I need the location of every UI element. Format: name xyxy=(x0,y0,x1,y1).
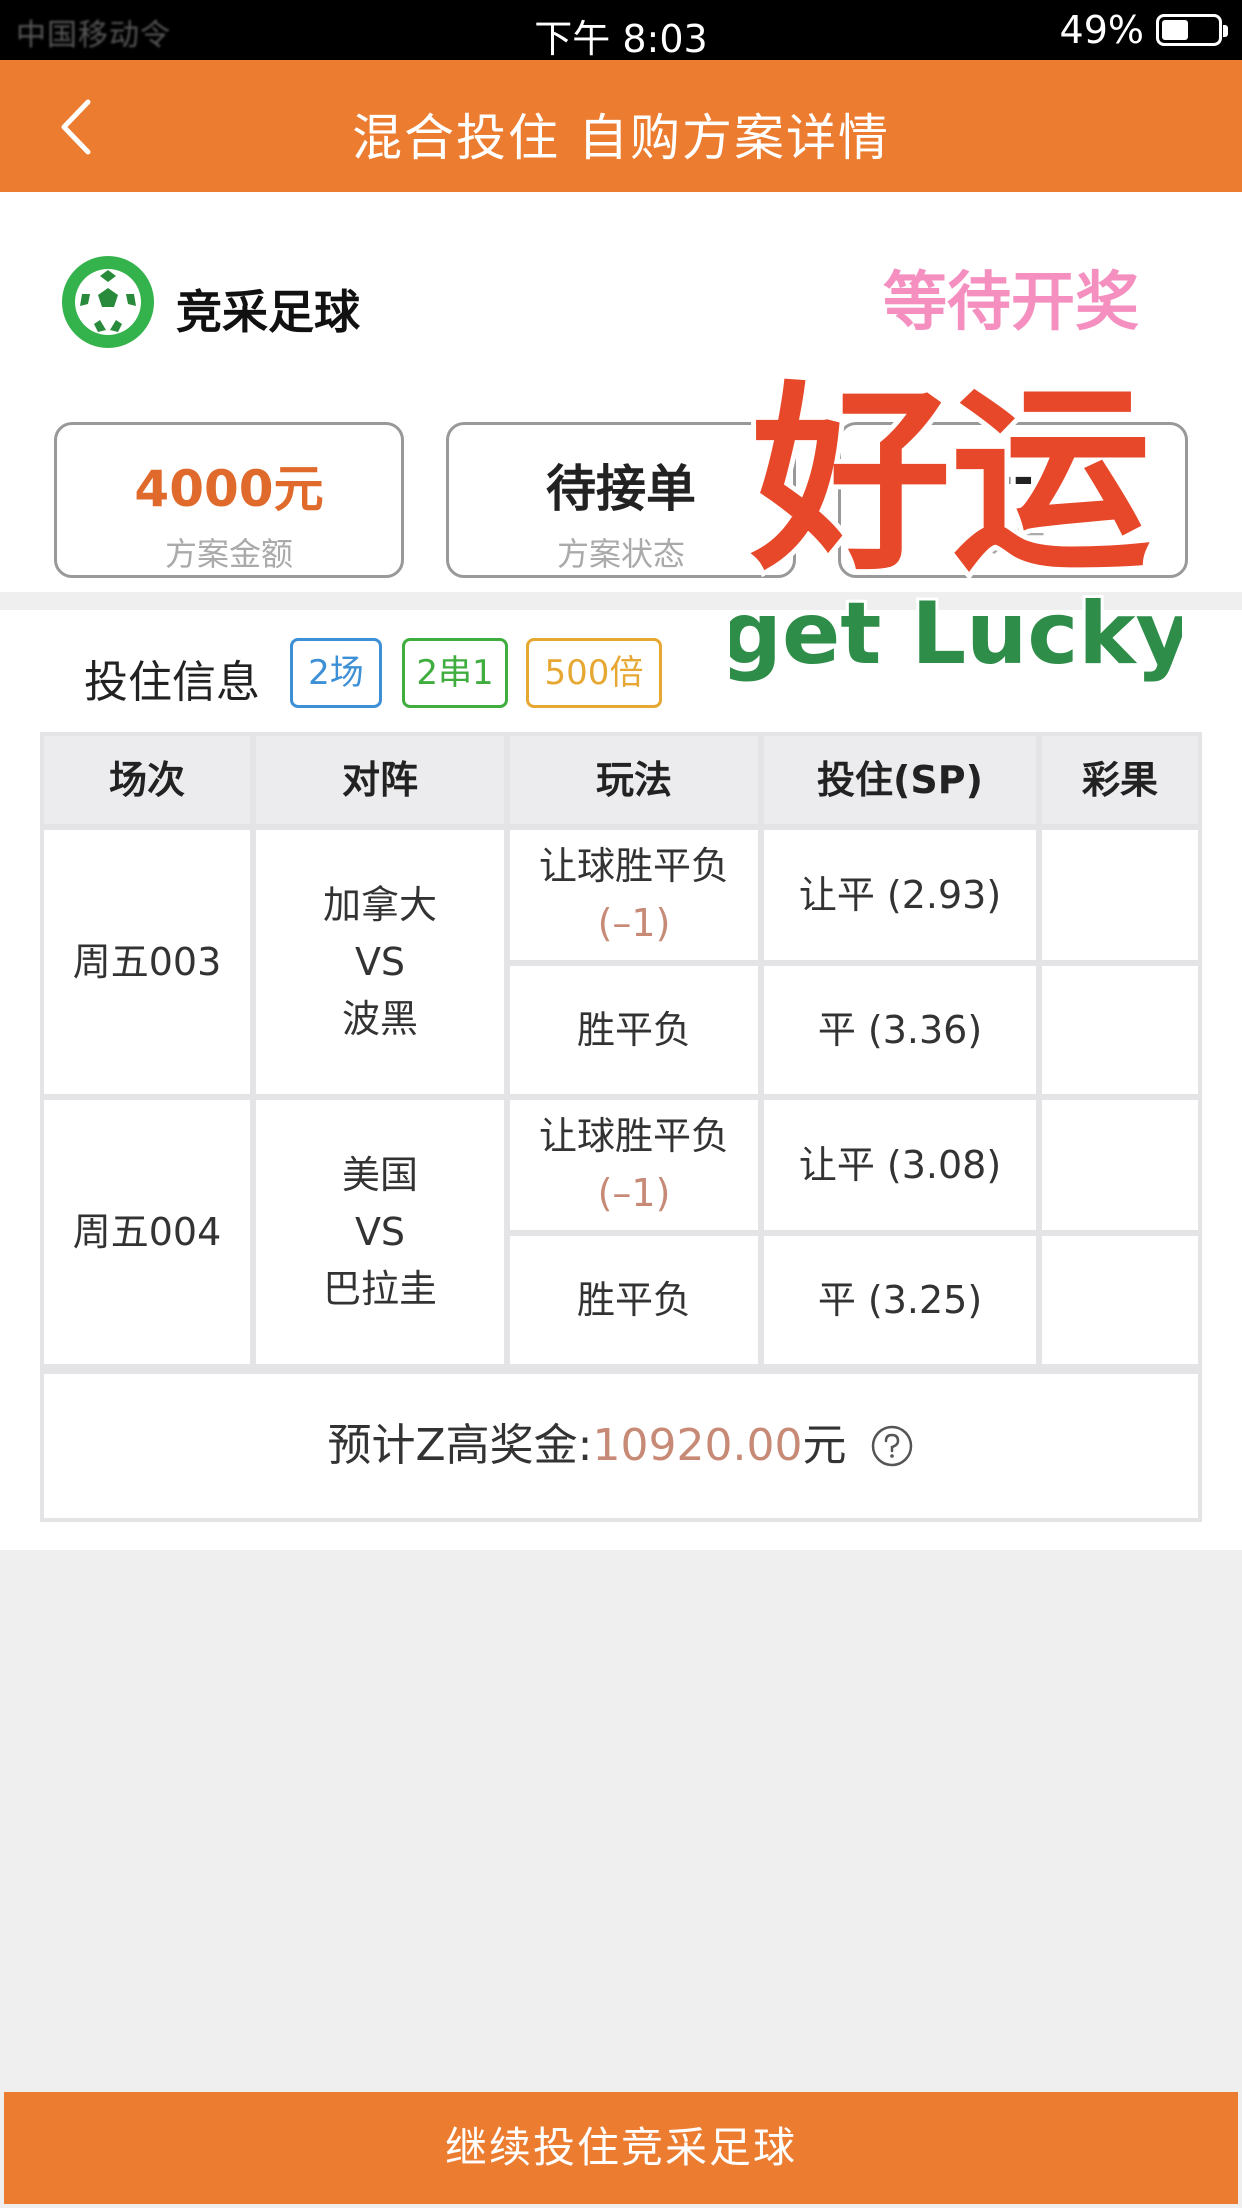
soccer-ball-icon xyxy=(62,256,154,348)
result-cell xyxy=(1042,1100,1198,1230)
bet-sp-cell: 平 (3.36) xyxy=(764,966,1036,1094)
bet-sp: 平 (3.36) xyxy=(817,1007,983,1052)
play-type: 胜平负 xyxy=(576,1277,691,1322)
prize-amount: 10920.00 xyxy=(592,1420,803,1471)
table-row-session: 周五004 xyxy=(44,1100,250,1364)
plan-status-box: 待接单 方案状态 xyxy=(446,422,796,578)
result-cell xyxy=(1042,830,1198,960)
bet-info-title: 投住信息 xyxy=(84,657,260,708)
play-type: 让球胜平负 xyxy=(538,1114,729,1158)
play-type-cell: 胜平负 xyxy=(510,1236,758,1364)
bet-info-section: 投住信息 2场 2串1 500倍 场次 对阵 玩法 投住(SP) 彩果 周五00… xyxy=(0,610,1242,1550)
match-teams: 美国 VS 巴拉圭 xyxy=(256,1100,504,1364)
battery-percent: 49% xyxy=(1059,8,1144,52)
help-icon[interactable] xyxy=(870,1424,914,1468)
bet-sp: 平 (3.25) xyxy=(817,1277,983,1322)
nav-bar: 混合投住 自购方案详情 xyxy=(0,60,1242,192)
away-team: 波黑 xyxy=(341,996,418,1041)
continue-bet-button[interactable]: 继续投住竞采足球 xyxy=(4,2092,1238,2204)
home-team: 美国 xyxy=(341,1152,418,1197)
battery-icon xyxy=(1156,14,1228,46)
after-tax-label: 税后 xyxy=(980,521,1045,559)
session-label: 周五003 xyxy=(72,939,222,984)
plan-amount-box: 4000元 方案金额 xyxy=(54,422,404,578)
bet-sp-cell: 让平 (2.93) xyxy=(764,830,1036,960)
estimated-prize-row: 预计Z高奖金: 10920.00 元 xyxy=(44,1374,1198,1518)
result-cell xyxy=(1042,1236,1198,1364)
prize-unit: 元 xyxy=(802,1420,847,1471)
session-label: 周五004 xyxy=(72,1209,222,1254)
result-cell xyxy=(1042,966,1198,1094)
after-tax-value: -- xyxy=(992,449,1034,507)
bet-sp-cell: 让平 (3.08) xyxy=(764,1100,1036,1230)
plan-status-label: 方案状态 xyxy=(556,535,685,573)
vs-label: VS xyxy=(354,1209,406,1254)
col-header-session: 场次 xyxy=(44,736,250,824)
multiplier-badge: 500倍 xyxy=(526,638,662,708)
plan-summary-card: 竞采足球 4000元 方案金额 待接单 方案状态 -- 税后 xyxy=(0,192,1242,592)
play-type-cell: 让球胜平负 (–1) xyxy=(510,830,758,960)
col-header-play: 玩法 xyxy=(510,736,758,824)
away-team: 巴拉圭 xyxy=(322,1266,437,1311)
bet-sp-cell: 平 (3.25) xyxy=(764,1236,1036,1364)
play-type: 胜平负 xyxy=(576,1007,691,1052)
bet-sp: 让平 (2.93) xyxy=(798,872,1002,917)
lottery-name: 竞采足球 xyxy=(176,285,360,339)
col-header-result: 彩果 xyxy=(1042,736,1198,824)
plan-amount-label: 方案金额 xyxy=(164,535,293,573)
handicap-value: (–1) xyxy=(597,901,671,945)
plan-status-value: 待接单 xyxy=(546,460,696,518)
plan-amount-value: 4000元 xyxy=(134,460,324,518)
prize-label: 预计Z高奖金: xyxy=(327,1420,593,1471)
after-tax-box: -- 税后 xyxy=(838,422,1188,578)
match-teams: 加拿大 VS 波黑 xyxy=(256,830,504,1094)
parlay-badge: 2串1 xyxy=(402,638,508,708)
play-type-cell: 让球胜平负 (–1) xyxy=(510,1100,758,1230)
play-type-cell: 胜平负 xyxy=(510,966,758,1094)
bet-table: 场次 对阵 玩法 投住(SP) 彩果 周五003 加拿大 VS 波黑 让球胜平负… xyxy=(40,732,1202,1522)
play-type: 让球胜平负 xyxy=(538,844,729,888)
col-header-bet-sp: 投住(SP) xyxy=(764,736,1036,824)
table-row-session: 周五003 xyxy=(44,830,250,1094)
bet-sp: 让平 (3.08) xyxy=(798,1142,1002,1187)
page-title: 混合投住 自购方案详情 xyxy=(352,109,890,167)
handicap-value: (–1) xyxy=(597,1171,671,1215)
vs-label: VS xyxy=(354,939,406,984)
col-header-match: 对阵 xyxy=(256,736,504,824)
status-time: 下午 8:03 xyxy=(534,17,708,61)
home-team: 加拿大 xyxy=(322,882,437,927)
match-count-badge: 2场 xyxy=(290,638,382,708)
status-bar: 中国移动令 下午 8:03 49% xyxy=(0,0,1242,61)
